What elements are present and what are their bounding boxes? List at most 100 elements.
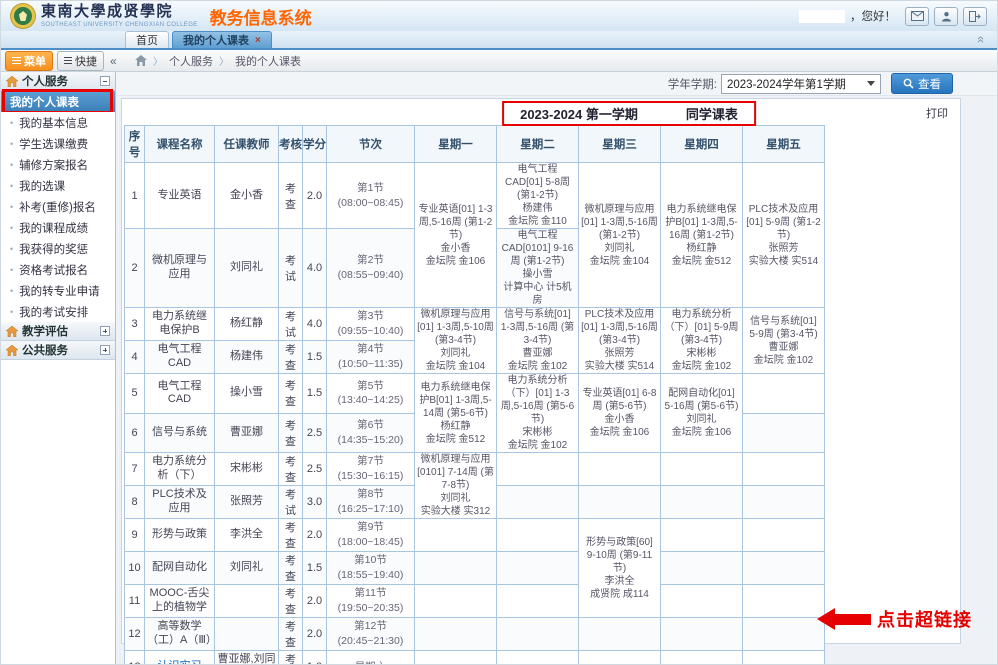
day-class-cell — [661, 585, 743, 618]
row-number: 2 — [125, 229, 145, 308]
sidebar-item[interactable]: •我的课程成绩 — [1, 217, 115, 238]
tab-home[interactable]: 首页 — [125, 31, 169, 48]
collapse-sidebar-icon[interactable]: « — [110, 54, 117, 68]
period-line: (08:00~08:45) — [329, 196, 412, 211]
college-name: 東南大學成贤學院 — [41, 5, 198, 20]
sidebar-item-label: 补考(重修)报名 — [19, 199, 96, 215]
class-info-line: 电力系统分析（下）[01] 5-9周 (第3-4节) — [663, 308, 740, 347]
tab-my-timetable[interactable]: 我的个人课表 × — [172, 31, 272, 48]
menu-button[interactable]: 菜单 — [5, 51, 53, 71]
quick-button[interactable]: 快捷 — [57, 51, 104, 71]
term-select[interactable]: 2023-2024学年第1学期 — [721, 74, 881, 94]
sidebar-item[interactable]: •我的选课 — [1, 175, 115, 196]
table-row: 11MOOC-舌尖上的植物学考查2.0第11节(19:50~20:35) — [125, 585, 825, 618]
user-icon[interactable] — [934, 7, 958, 26]
credit-value: 4.0 — [303, 229, 327, 308]
course-name: 电力系统分析（下） — [145, 453, 215, 486]
course-name: MOOC-舌尖上的植物学 — [145, 585, 215, 618]
sidebar-item[interactable]: •我的转专业申请 — [1, 280, 115, 301]
course-name: 电气工程CAD — [145, 341, 215, 374]
class-info-line: 操小雪 — [499, 268, 576, 281]
class-info-line: 实验大楼 实514 — [581, 360, 658, 373]
period: 星期六 — [327, 651, 415, 665]
class-info-line: 电气工程CAD[01] 5-8周 (第1-2节) — [499, 163, 576, 202]
day-class-cell — [743, 413, 825, 453]
mail-icon[interactable] — [905, 7, 929, 26]
sidebar-item[interactable]: •我获得的奖惩 — [1, 238, 115, 259]
day-class-cell — [579, 486, 661, 519]
sidebar-group-header[interactable]: 个人服务 — [1, 72, 115, 91]
home-icon[interactable] — [135, 55, 147, 66]
tab-my-timetable-label: 我的个人课表 — [183, 32, 249, 48]
bullet-icon: • — [10, 139, 13, 149]
course-name[interactable]: 认识实习 — [145, 651, 215, 665]
period: 第2节(08:55~09:40) — [327, 229, 415, 308]
expand-icon[interactable] — [100, 326, 110, 336]
day-class-cell: 电力系统继电保护B[01] 1-3周,5-14周 (第5-6节)杨红静金坛院 金… — [415, 374, 497, 453]
breadcrumb-item-my-timetable[interactable]: 我的个人课表 — [235, 53, 301, 69]
timetable-head: 序号课程名称任课教师考核学分节次星期一星期二星期三星期四星期五 — [125, 126, 825, 163]
sidebar-item[interactable]: •辅修方案报名 — [1, 154, 115, 175]
course-name: 微机原理与应用 — [145, 229, 215, 308]
tab-bar: 首页 我的个人课表 × « — [1, 31, 997, 50]
day-class-cell — [497, 585, 579, 618]
credit-value: 1.5 — [303, 374, 327, 414]
sidebar-item[interactable]: •资格考试报名 — [1, 259, 115, 280]
class-info-line: 宋彬彬 — [499, 426, 576, 439]
class-info-line: 计算中心 计5机房 — [499, 281, 576, 307]
sidebar-item[interactable]: •补考(重修)报名 — [1, 196, 115, 217]
class-info-line: 电力系统继电保护B[01] 1-3周,5-16周 (第1-2节) — [663, 203, 740, 242]
day-class-cell — [579, 651, 661, 665]
sidebar-group-header[interactable]: 公共服务 — [1, 341, 115, 360]
breadcrumb-separator: 〉 — [219, 53, 229, 68]
sidebar-group-label: 公共服务 — [22, 342, 68, 358]
timetable-title-term: 2023-2024 第一学期 — [520, 104, 638, 123]
sidebar-item-label: 学生选课缴费 — [19, 136, 88, 152]
day-class-cell: 形势与政策[60] 9-10周 (第9-11节)李洪全成贤院 成114 — [579, 519, 661, 618]
class-info-line: 杨建伟 — [499, 202, 576, 215]
day-class-cell — [415, 618, 497, 651]
teacher-name: 金小香 — [215, 163, 279, 229]
timetable-title: 2023-2024 第一学期 同学课表 — [502, 101, 756, 126]
expand-icon[interactable] — [100, 345, 110, 355]
print-link[interactable]: 打印 — [926, 105, 948, 121]
sidebar-item[interactable]: •我的考试安排 — [1, 301, 115, 322]
sidebar-item-label: 我的选课 — [19, 178, 65, 194]
breadcrumb-item-personal-services[interactable]: 个人服务 — [169, 53, 213, 69]
day-class-cell — [415, 519, 497, 552]
view-button[interactable]: 查看 — [891, 73, 953, 94]
sidebar-item[interactable]: • 学生选课缴费 — [1, 133, 115, 154]
class-info-line: 杨红静 — [663, 242, 740, 255]
period-line: (20:45~21:30) — [329, 634, 412, 649]
table-row: 12高等数学（工）A（Ⅲ）考查2.0第12节(20:45~21:30) — [125, 618, 825, 651]
class-info-line: 微机原理与应用[01] 1-3周,5-16周 (第1-2节) — [581, 203, 658, 242]
teacher-name: 刘同礼 — [215, 229, 279, 308]
class-info-line: 金坛院 金106 — [417, 255, 494, 268]
period: 第8节(16:25~17:10) — [327, 486, 415, 519]
collapse-header-icon[interactable]: « — [974, 36, 989, 43]
period: 第5节(13:40~14:25) — [327, 374, 415, 414]
period: 第7节(15:30~16:15) — [327, 453, 415, 486]
collapse-icon[interactable] — [100, 76, 110, 86]
day-class-cell — [497, 552, 579, 585]
sidebar-item-label: 资格考试报名 — [19, 262, 88, 278]
column-header: 任课教师 — [215, 126, 279, 163]
assessment-type: 考查 — [279, 341, 303, 374]
sidebar: 个人服务我的个人课表•我的基本信息 • 学生选课缴费 •辅修方案报名•我的选课•补考(… — [1, 72, 116, 664]
sidebar-item[interactable]: 我的个人课表 — [1, 91, 115, 112]
sidebar-group-header[interactable]: 教学评估 — [1, 322, 115, 341]
day-class-cell — [497, 618, 579, 651]
class-info-line: 金坛院 金102 — [499, 439, 576, 452]
sidebar-item[interactable]: •我的基本信息 — [1, 112, 115, 133]
class-info-line: 曹亚娜 — [499, 347, 576, 360]
row-number: 8 — [125, 486, 145, 519]
day-class-cell — [743, 519, 825, 552]
tab-close-icon[interactable]: × — [255, 35, 261, 46]
logout-icon[interactable] — [963, 7, 987, 26]
day-class-cell — [497, 651, 579, 665]
course-name: 配网自动化 — [145, 552, 215, 585]
day-class-cell — [497, 453, 579, 486]
sidebar-item-label: 辅修方案报名 — [19, 157, 88, 173]
term-select-value: 2023-2024学年第1学期 — [727, 76, 846, 92]
credit-value: 1.0 — [303, 651, 327, 665]
